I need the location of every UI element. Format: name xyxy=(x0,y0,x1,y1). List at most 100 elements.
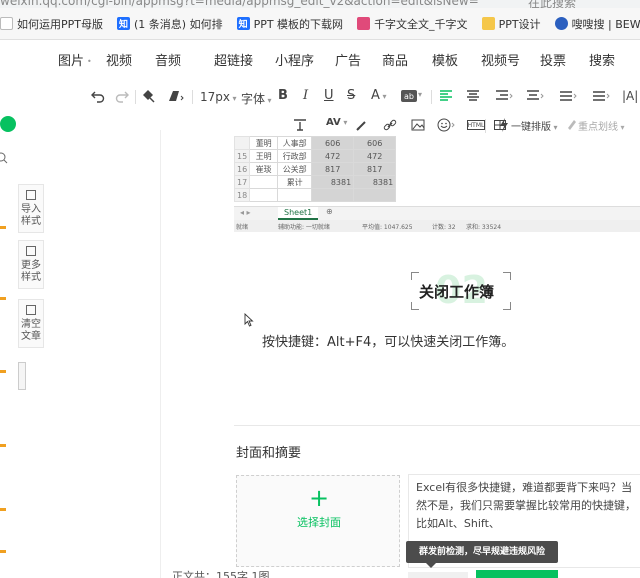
menu-item[interactable]: 小程序 xyxy=(275,50,314,69)
corner xyxy=(503,302,511,310)
menu-item[interactable]: 图片 • xyxy=(58,50,92,69)
font-size-value: 17px xyxy=(200,90,230,104)
menu-item[interactable]: 投票 xyxy=(540,50,566,69)
menu-item-label: 图片 xyxy=(58,54,85,69)
bookmark-item[interactable]: 千字文全文_千字文 xyxy=(357,16,468,32)
align-center-icon[interactable] xyxy=(466,90,480,102)
image-icon[interactable] xyxy=(411,119,425,131)
bookmark-item[interactable]: PPT设计 xyxy=(481,16,541,32)
table-cell: 崔琰 xyxy=(249,162,279,176)
bookmark-item[interactable]: 嗖嗖搜 | BEWIND xyxy=(554,16,640,32)
menu-item-label: 视频 xyxy=(106,54,133,69)
char-spacing-icon[interactable]: AV ▾ xyxy=(326,117,347,128)
table-row: 16 崔琰 公关部 817 817 xyxy=(234,162,397,176)
spreadsheet-image[interactable]: 董明 人事部 606 606 15 王明 行政部 472 472 16 崔琰 公关部 817 817 17 累… xyxy=(234,136,640,232)
corner xyxy=(411,272,419,280)
body-paragraph[interactable]: 按快捷键：Alt+F4，可以快速关闭工作簿。 xyxy=(262,331,514,350)
publish-button[interactable] xyxy=(476,570,558,578)
divider xyxy=(234,425,640,426)
marker xyxy=(0,226,6,229)
font-family-value: 字体 xyxy=(241,92,266,106)
menu-item[interactable]: 广告 xyxy=(335,50,361,69)
redo-icon[interactable] xyxy=(115,89,129,103)
table-cell: 606 xyxy=(311,136,355,150)
sidebar-button[interactable]: 导入 样式 xyxy=(18,184,44,233)
bookmark-label: (1 条消息) 如何排 xyxy=(134,17,223,31)
highlight-icon[interactable] xyxy=(566,118,578,130)
bookmark-label: PPT 模板的下载网 xyxy=(253,17,344,31)
select-cover-button[interactable]: + 选择封面 xyxy=(236,475,400,567)
paragraph-spacing-icon[interactable] xyxy=(559,90,577,102)
text-align-icon[interactable] xyxy=(293,119,307,131)
spreadsheet-table: 董明 人事部 606 606 15 王明 行政部 472 472 16 崔琰 公关部 817 817 17 累… xyxy=(234,136,397,202)
search-icon[interactable] xyxy=(0,152,8,164)
lightning-icon[interactable] xyxy=(499,118,509,132)
brush-icon[interactable] xyxy=(356,119,368,131)
bookmark-item[interactable]: 如何运用PPT母版 xyxy=(0,16,103,32)
corner xyxy=(411,302,419,310)
menu-item-label: 超链接 xyxy=(214,54,254,69)
font-family-select[interactable]: 字体 ▾ xyxy=(241,90,272,107)
colorful-icon xyxy=(357,17,371,30)
letter-spacing-icon[interactable] xyxy=(592,90,610,102)
chevron-down-icon[interactable]: ▾ xyxy=(418,90,422,99)
table-cell xyxy=(249,188,279,202)
status-ready: 就绪 xyxy=(236,224,249,231)
marker xyxy=(0,370,6,373)
link-icon[interactable] xyxy=(383,119,397,131)
highlight-label: 重点划线 xyxy=(578,122,618,133)
bookmark-item[interactable]: 知 PPT 模板的下载网 xyxy=(236,16,344,32)
table-cell: 15 xyxy=(234,149,251,163)
menu-item[interactable]: 视频号 xyxy=(481,50,520,69)
align-left-icon[interactable] xyxy=(439,90,453,102)
sheet-tabs: ◂ ▸ Sheet1 ⊕ xyxy=(234,206,640,220)
menu-item[interactable]: 视频 xyxy=(106,50,132,69)
table-cell xyxy=(353,188,397,202)
emoji-icon[interactable] xyxy=(437,118,457,132)
font-color-icon[interactable]: A ▾ xyxy=(371,88,386,103)
sidebar-button[interactable]: 清空 文章 xyxy=(18,299,44,348)
font-size-select[interactable]: 17px ▾ xyxy=(200,90,237,104)
address-bar[interactable]: weixin.qq.com/cgi-bin/appmsg?t=media/app… xyxy=(0,0,640,8)
menu-item[interactable]: 搜索 xyxy=(589,50,615,69)
background-color-icon[interactable]: ab xyxy=(401,90,417,102)
clear-format-icon[interactable] xyxy=(167,89,185,103)
table-cell xyxy=(249,175,279,189)
table-cell: 18 xyxy=(234,188,251,202)
divider xyxy=(135,90,136,104)
table-cell: 17 xyxy=(234,175,251,189)
typeset-button[interactable]: 一键排版 ▾ xyxy=(511,118,558,133)
sheet-tab: Sheet1 xyxy=(278,207,319,220)
underline-icon[interactable]: U xyxy=(324,88,334,103)
table-cell: 472 xyxy=(353,149,397,163)
folder-icon xyxy=(481,17,495,30)
menu-item[interactable]: 音频 xyxy=(155,50,181,69)
table-cell xyxy=(311,188,355,202)
preview-button[interactable] xyxy=(408,572,468,578)
table-cell: 8381 xyxy=(353,175,397,189)
strikethrough-icon[interactable]: S xyxy=(347,88,355,103)
menu-item[interactable]: 商品 xyxy=(382,50,408,69)
table-cell: 董明 xyxy=(249,136,279,150)
undo-icon[interactable] xyxy=(91,89,105,103)
bold-icon[interactable]: B xyxy=(278,88,288,103)
browser-search[interactable]: 在此搜索 xyxy=(528,0,576,8)
html-icon[interactable]: HTML xyxy=(467,120,485,130)
menu-item[interactable]: 超链接 xyxy=(214,50,253,69)
format-painter-icon[interactable] xyxy=(141,89,155,103)
text-direction-icon[interactable]: |A| xyxy=(622,89,638,103)
divider xyxy=(431,90,432,104)
trash-icon xyxy=(25,304,37,316)
italic-icon[interactable]: I xyxy=(303,88,308,103)
cover-section-title: 封面和摘要 xyxy=(236,446,302,461)
menu-item[interactable]: 模板 xyxy=(432,50,458,69)
globe-icon xyxy=(554,17,568,30)
line-height-icon[interactable] xyxy=(526,90,544,102)
bookmark-label: PPT设计 xyxy=(498,17,541,31)
sidebar-button[interactable]: 更多 样式 xyxy=(18,240,44,289)
bookmark-item[interactable]: 知 (1 条消息) 如何排 xyxy=(117,16,223,32)
sidebar-collapse-handle[interactable] xyxy=(18,362,26,390)
highlight-button[interactable]: 重点划线 ▾ xyxy=(578,118,625,133)
indent-icon[interactable] xyxy=(495,90,513,102)
zhi-icon: 知 xyxy=(117,17,130,30)
